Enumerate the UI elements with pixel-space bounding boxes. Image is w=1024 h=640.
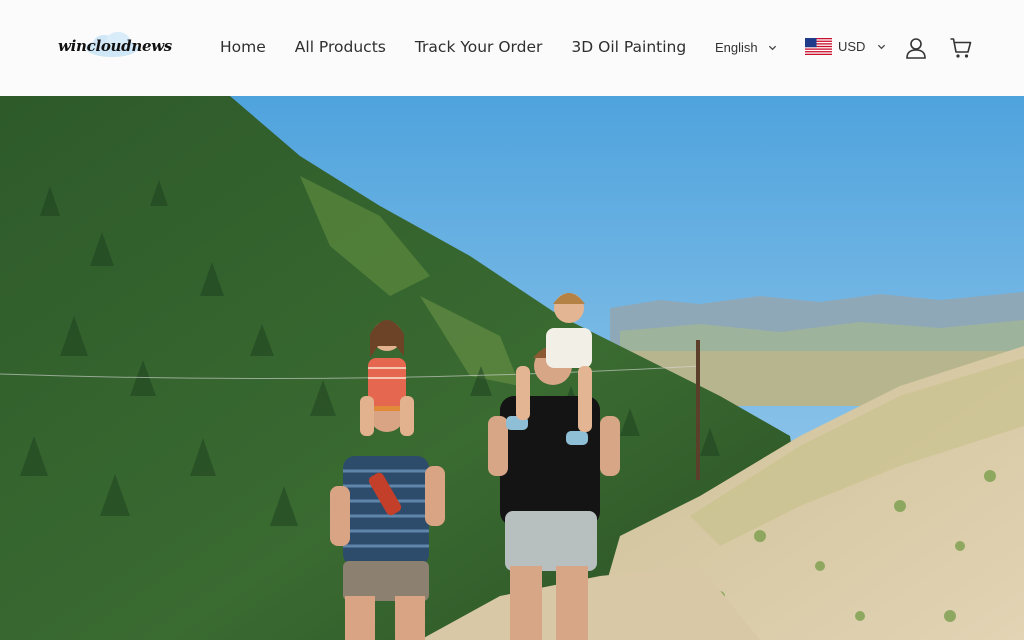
us-flag-icon <box>805 38 832 55</box>
hero-image <box>0 96 1024 640</box>
nav-home[interactable]: Home <box>220 38 266 56</box>
hero-banner[interactable] <box>0 96 1024 640</box>
account-icon[interactable] <box>904 36 928 60</box>
brand-name: wincloudnews <box>58 37 172 55</box>
currency-label: USD <box>838 39 866 54</box>
chevron-down-icon <box>768 45 776 51</box>
currency-selector[interactable]: USD <box>805 38 886 55</box>
nav-all-products[interactable]: All Products <box>295 38 386 56</box>
site-header: wincloudnews Home All Products Track You… <box>0 0 1024 96</box>
main-nav: Home All Products Track Your Order 3D Oi… <box>220 38 686 56</box>
brand-logo[interactable]: wincloudnews <box>58 30 172 62</box>
cart-icon[interactable] <box>949 36 973 60</box>
chevron-down-icon <box>878 44 886 50</box>
nav-track-your-order[interactable]: Track Your Order <box>415 38 543 56</box>
language-selector[interactable]: English <box>715 40 777 55</box>
nav-3d-oil-painting[interactable]: 3D Oil Painting <box>571 38 686 56</box>
language-label: English <box>715 40 758 55</box>
